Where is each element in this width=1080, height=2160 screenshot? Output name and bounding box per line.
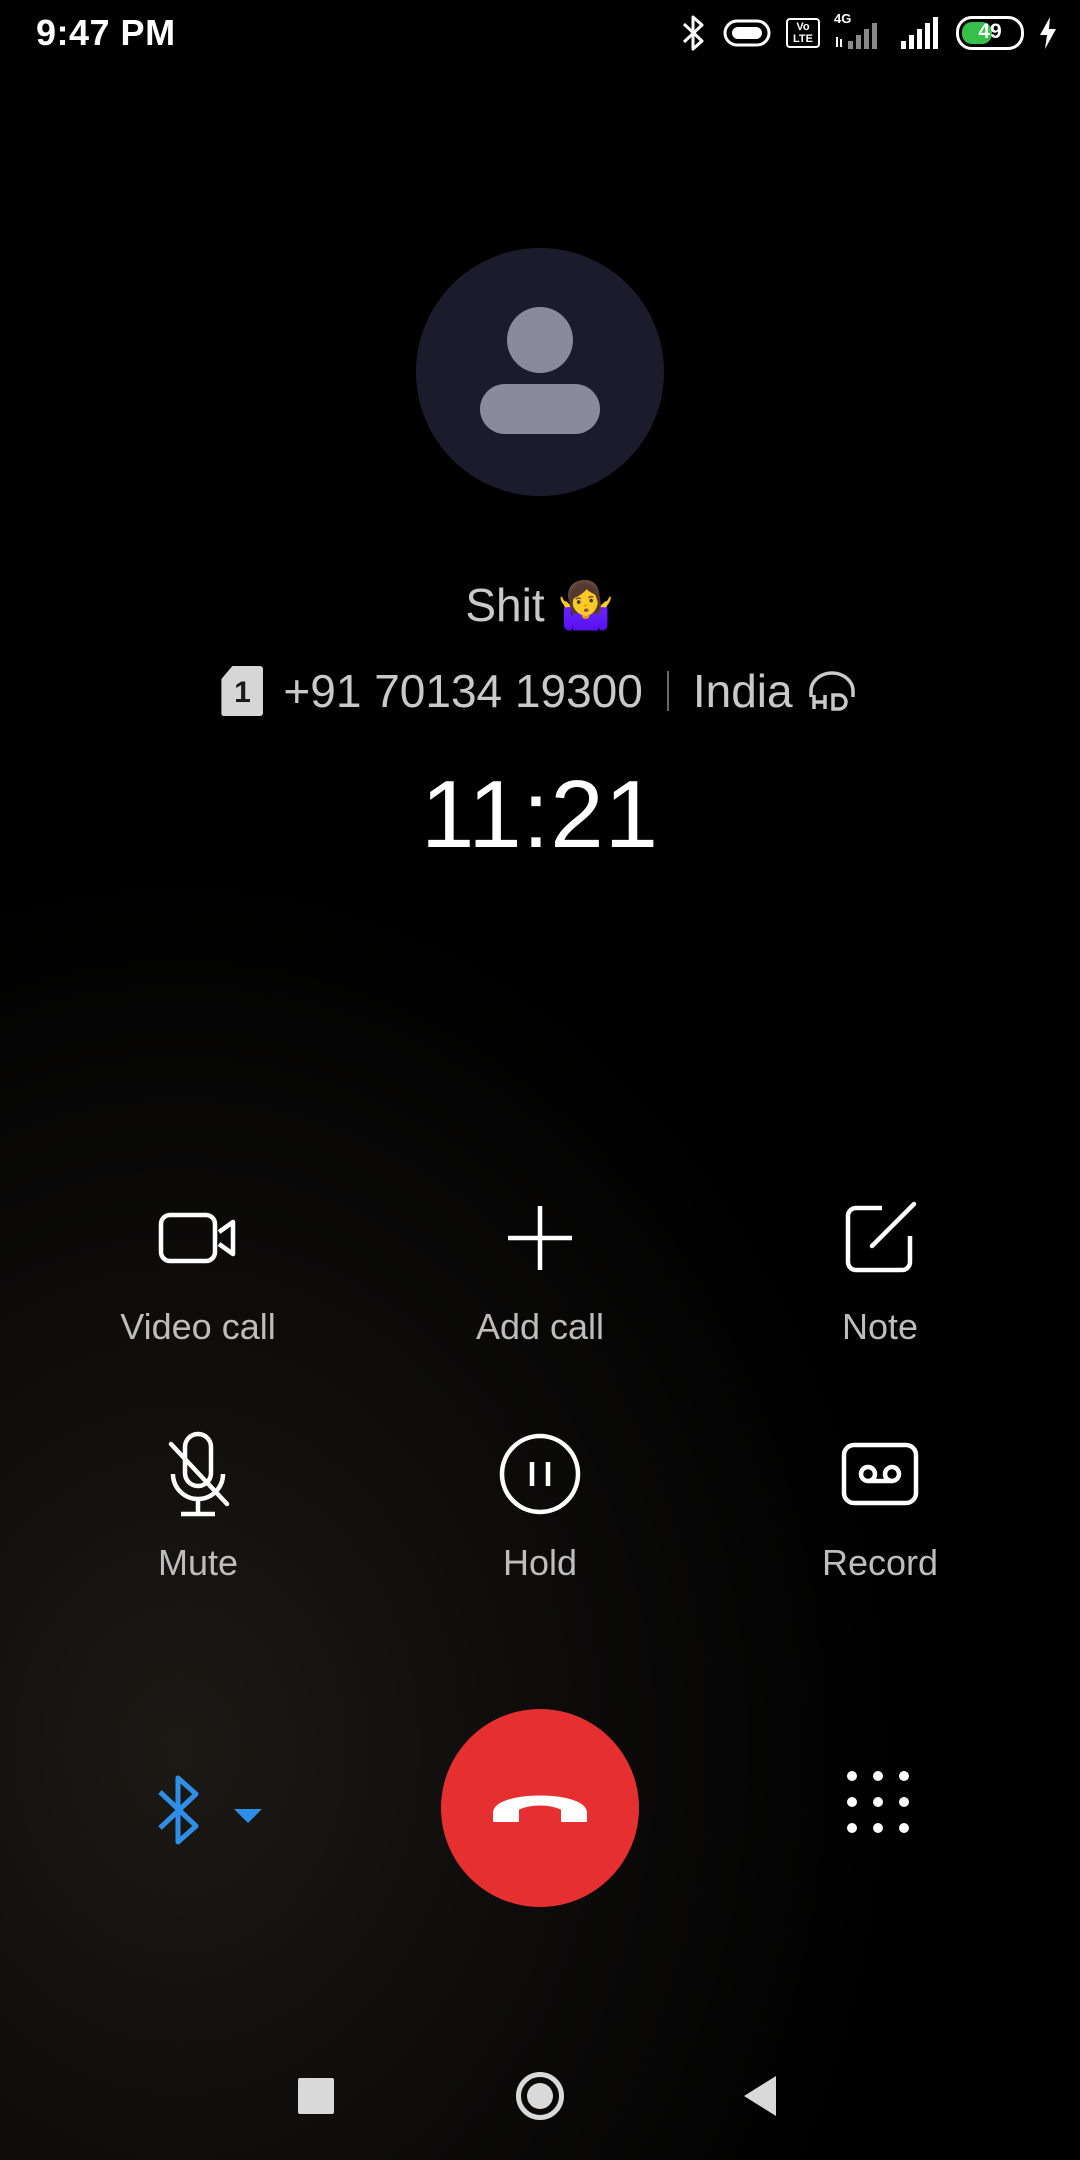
record-label: Record xyxy=(821,1542,939,1583)
status-time: 9:47 PM xyxy=(36,12,176,53)
bluetooth-audio-icon xyxy=(158,1775,199,1845)
battery-level: 49 xyxy=(978,20,1002,43)
location-label: India xyxy=(692,665,793,717)
divider xyxy=(666,671,669,711)
mute-button[interactable]: Mute xyxy=(48,1430,348,1584)
contact-avatar xyxy=(416,248,664,496)
voicemail-icon xyxy=(841,1442,919,1506)
note-button[interactable]: Note xyxy=(730,1194,1030,1348)
hold-label: Hold xyxy=(502,1542,578,1583)
person-icon xyxy=(480,307,600,434)
note-edit-icon xyxy=(845,1201,917,1273)
video-call-button[interactable]: Video call xyxy=(48,1194,348,1348)
status-icons: Vo LTE 4G 49 xyxy=(680,11,1058,54)
vibrate-icon xyxy=(723,19,771,47)
record-button[interactable]: Record xyxy=(730,1430,1030,1584)
sim-card-icon: 1 xyxy=(221,666,264,716)
mute-label: Mute xyxy=(157,1542,239,1583)
home-icon xyxy=(527,2083,553,2109)
call-timer: 11:21 xyxy=(420,761,660,868)
volte-label-top: Vo xyxy=(796,21,810,33)
video-call-label: Video call xyxy=(120,1306,276,1347)
signal-icon xyxy=(901,17,938,49)
dialpad-icon xyxy=(847,1771,909,1833)
nav-recents-button[interactable] xyxy=(298,2078,334,2114)
signal-4g-icon: 4G xyxy=(834,11,886,53)
plus-icon xyxy=(508,1206,572,1270)
charging-icon xyxy=(1040,17,1056,49)
hd-voice-icon xyxy=(808,671,855,711)
dropdown-arrow-icon xyxy=(234,1809,262,1823)
dialpad-button[interactable] xyxy=(838,1762,918,1842)
note-label: Note xyxy=(841,1306,919,1347)
hold-button[interactable]: Hold xyxy=(390,1430,690,1584)
pause-icon xyxy=(499,1433,581,1515)
contact-name: Shit 🤷‍♀️ xyxy=(465,579,615,631)
video-camera-icon xyxy=(158,1212,236,1264)
end-call-button[interactable] xyxy=(441,1709,639,1907)
volte-label-bottom: LTE xyxy=(793,33,813,45)
number-row: 1 +91 70134 19300 India xyxy=(0,664,1080,718)
status-bar: 9:47 PM Vo LTE 4G 49 xyxy=(0,0,1080,66)
add-call-label: Add call xyxy=(475,1306,605,1347)
hang-up-icon xyxy=(493,1795,587,1822)
nav-home-button[interactable] xyxy=(516,2072,564,2120)
phone-number: +91 70134 19300 xyxy=(283,665,643,717)
audio-route-button[interactable] xyxy=(150,1760,290,1860)
bluetooth-icon xyxy=(682,15,704,51)
volte-icon: Vo LTE xyxy=(786,18,820,48)
nav-back-button[interactable] xyxy=(744,2076,776,2116)
mic-off-icon xyxy=(168,1431,230,1517)
add-call-button[interactable]: Add call xyxy=(390,1194,690,1348)
battery-icon: 49 xyxy=(956,16,1024,50)
